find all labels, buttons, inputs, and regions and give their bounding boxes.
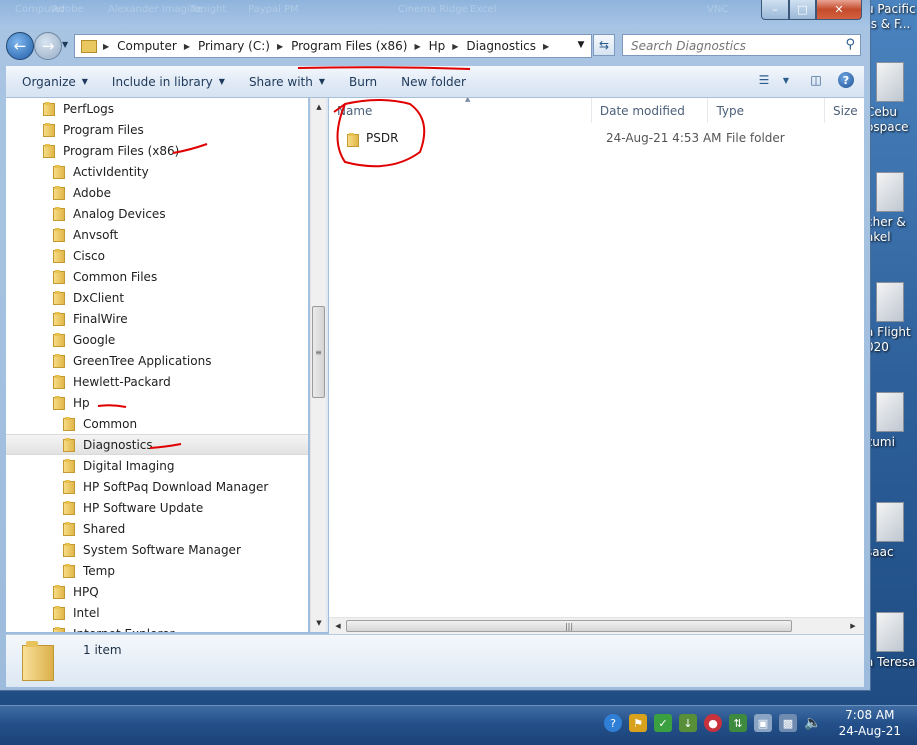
- volume-icon[interactable]: 🔈: [804, 714, 822, 732]
- clock-date: 24-Aug-21: [838, 724, 901, 738]
- annotation-underline-diagnostics: [149, 443, 182, 449]
- device-icon[interactable]: ▣: [754, 714, 772, 732]
- annotation-underline-hp: [97, 404, 127, 408]
- update-check-icon[interactable]: ✓: [654, 714, 672, 732]
- system-tray: ? ⚑ ✓ ↓ ● ⇅ ▣ ▩ 🔈: [604, 714, 829, 732]
- taskbar: ? ⚑ ✓ ↓ ● ⇅ ▣ ▩ 🔈 7:08 AM 24-Aug-21: [0, 705, 917, 745]
- security-shield-icon[interactable]: ⚑: [629, 714, 647, 732]
- annotation-underline-program-files-x86: [172, 143, 208, 154]
- annotation-underline-address: [297, 66, 471, 70]
- clock-time: 7:08 AM: [845, 708, 895, 722]
- help-tray-icon[interactable]: ?: [604, 714, 622, 732]
- clock[interactable]: 7:08 AM 24-Aug-21: [839, 707, 901, 739]
- download-icon[interactable]: ↓: [679, 714, 697, 732]
- annotation-overlay: [97, 66, 471, 449]
- antivirus-icon[interactable]: ●: [704, 714, 722, 732]
- network-icon[interactable]: ⇅: [729, 714, 747, 732]
- annotation-circle-psdr: [333, 99, 426, 168]
- display-icon[interactable]: ▩: [779, 714, 797, 732]
